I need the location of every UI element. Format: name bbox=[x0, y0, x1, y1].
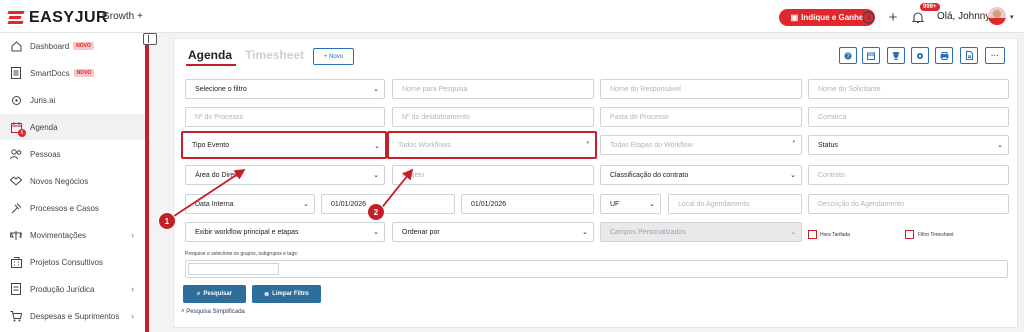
workflows-select[interactable]: Todos Workflows ▾ bbox=[387, 131, 597, 159]
agenda-count-badge: 6 bbox=[18, 129, 26, 137]
plus-icon[interactable]: + bbox=[885, 9, 901, 26]
sidebar-item-pessoas[interactable]: Pessoas bbox=[0, 141, 145, 167]
event-type-select[interactable]: Tipo Evento ⌄ bbox=[181, 131, 387, 159]
billed-hours-label: Hora Tarifada bbox=[820, 232, 850, 238]
gift-icon: ▣ bbox=[790, 13, 799, 22]
search-name-input[interactable]: Nome para Pesquisa bbox=[392, 79, 594, 99]
timesheet-filter-label: Filtro Timesheet bbox=[918, 232, 954, 238]
new-badge: NOVO bbox=[73, 69, 95, 77]
filter-select[interactable]: Selecione o filtro ⌄ bbox=[185, 79, 385, 99]
law-area-select[interactable]: Área do Direito ⌄ bbox=[185, 165, 385, 185]
billed-hours-checkbox[interactable] bbox=[808, 230, 817, 239]
sidebar-toggle-icon[interactable] bbox=[143, 33, 157, 45]
process-folder-input[interactable]: Pasta do Processo bbox=[600, 107, 802, 127]
avatar[interactable] bbox=[988, 7, 1006, 25]
handshake-icon bbox=[10, 175, 22, 187]
new-badge: NOVO bbox=[73, 42, 94, 50]
chevron-up-icon: ˄ bbox=[181, 309, 185, 315]
ai-icon bbox=[10, 94, 22, 106]
tags-search-field[interactable] bbox=[188, 263, 279, 275]
location-input[interactable]: Local do Agendamento bbox=[668, 194, 802, 214]
date-type-select[interactable]: Data Interna ⌄ bbox=[185, 194, 315, 214]
trophy-icon[interactable] bbox=[887, 47, 905, 64]
people-icon bbox=[10, 148, 22, 160]
project-input[interactable]: Projeto bbox=[392, 165, 594, 185]
sidebar-item-juris-ai[interactable]: Juris.ai bbox=[0, 87, 145, 113]
logo-mark-icon bbox=[7, 11, 25, 25]
sidebar-item-movimentacoes[interactable]: Movimentações › bbox=[0, 222, 145, 248]
chevron-right-icon[interactable]: › bbox=[131, 284, 134, 294]
workflow-display-select[interactable]: Exibir workflow principal e etapas ⌄ bbox=[185, 222, 385, 242]
more-icon[interactable]: ··· bbox=[985, 47, 1005, 64]
new-event-button[interactable]: + Novo bbox=[313, 48, 354, 65]
clock-icon[interactable] bbox=[860, 9, 876, 25]
contract-class-select[interactable]: Classificação do contrato ⌄ bbox=[600, 165, 802, 185]
file-icon bbox=[10, 283, 22, 295]
sidebar-item-smartdocs[interactable]: SmartDocs NOVO bbox=[0, 60, 145, 86]
settings-icon[interactable] bbox=[911, 47, 929, 64]
split-number-input[interactable]: Nº do desdobramento bbox=[392, 107, 594, 127]
brand-name: EASYJUR bbox=[29, 9, 109, 26]
sidebar-item-dashboard[interactable]: Dashboard NOVO bbox=[0, 33, 145, 59]
user-greeting[interactable]: Olá, Johnny bbox=[937, 11, 990, 22]
description-input[interactable]: Descrição do Agendamento bbox=[808, 194, 1009, 214]
tags-hint: Pesquise e selecione os grupos, subgrupo… bbox=[185, 251, 299, 257]
sidebar-highlight-bar bbox=[145, 33, 149, 332]
district-input[interactable]: Comarca bbox=[808, 107, 1009, 127]
chevron-right-icon[interactable]: › bbox=[131, 311, 134, 321]
search-button[interactable]: ⌕ Pesquisar bbox=[183, 285, 246, 303]
sidebar-item-agenda[interactable]: Agenda 6 bbox=[0, 114, 145, 140]
date-from-input[interactable]: 01/01/2026 bbox=[321, 194, 455, 214]
plan-label: Growth + bbox=[102, 11, 143, 22]
bell-icon[interactable] bbox=[910, 9, 926, 25]
document-icon bbox=[10, 67, 22, 79]
sidebar-item-novos-negocios[interactable]: Novos Negócios bbox=[0, 168, 145, 194]
date-to-input[interactable]: 01/01/2026 bbox=[461, 194, 594, 214]
status-select[interactable]: Status ⌄ bbox=[808, 135, 1009, 155]
print-icon[interactable] bbox=[935, 47, 953, 64]
process-number-input[interactable]: Nº do Processo bbox=[185, 107, 385, 127]
sidebar: Dashboard NOVO SmartDocs NOVO Juris.ai A… bbox=[0, 33, 145, 332]
annotation-marker-1: 1 bbox=[158, 212, 176, 230]
search-icon: ⌕ bbox=[196, 290, 201, 297]
logo[interactable]: EASYJUR bbox=[7, 9, 109, 27]
clear-filter-button[interactable]: ⊗ Limpar Filtro bbox=[252, 285, 321, 303]
notification-count-badge: 999+ bbox=[920, 3, 940, 11]
chevron-right-icon[interactable]: › bbox=[131, 230, 134, 240]
tags-input[interactable] bbox=[185, 260, 1008, 278]
order-by-select[interactable]: Ordenar por ⌄ bbox=[392, 222, 594, 242]
tab-timesheet[interactable]: Timesheet bbox=[245, 48, 304, 62]
uf-select[interactable]: UF ⌄ bbox=[600, 194, 661, 214]
cart-icon bbox=[10, 310, 22, 322]
chevron-down-icon[interactable]: ▾ bbox=[1010, 13, 1014, 21]
agenda-panel: Agenda Timesheet + Novo ? ··· Selecione … bbox=[173, 38, 1018, 328]
clear-icon: ⊗ bbox=[264, 291, 270, 298]
gavel-icon bbox=[10, 202, 22, 214]
scale-icon bbox=[10, 229, 22, 241]
responsible-input[interactable]: Nome do Responsável bbox=[600, 79, 802, 99]
help-icon[interactable]: ? bbox=[839, 47, 857, 64]
sidebar-item-projetos[interactable]: Projetos Consultivos bbox=[0, 249, 145, 275]
sidebar-item-despesas[interactable]: Despesas e Suprimentos › bbox=[0, 303, 145, 329]
calendar-icon[interactable] bbox=[862, 47, 880, 64]
requester-input[interactable]: Nome do Solicitante bbox=[808, 79, 1009, 99]
sidebar-item-producao[interactable]: Produção Jurídica › bbox=[0, 276, 145, 302]
annotation-marker-2: 2 bbox=[367, 203, 385, 221]
timesheet-filter-checkbox[interactable] bbox=[905, 230, 914, 239]
simple-search-link[interactable]: ˄ Pesquisa Simplificada bbox=[181, 309, 245, 315]
export-icon[interactable] bbox=[960, 47, 978, 64]
building-icon bbox=[10, 256, 22, 268]
contract-input[interactable]: Contrato bbox=[808, 165, 1009, 185]
home-icon bbox=[10, 40, 22, 52]
top-bar: EASYJUR Growth + ▣ Indique e Ganhe + 999… bbox=[0, 0, 1024, 33]
sidebar-item-processos[interactable]: Processos e Casos bbox=[0, 195, 145, 221]
tab-agenda[interactable]: Agenda bbox=[185, 48, 237, 66]
workflow-stages-select[interactable]: Todas Etapas do Workflow ▾ bbox=[600, 135, 802, 155]
custom-fields-select: Campos Personalizados ⌄ bbox=[600, 222, 802, 242]
